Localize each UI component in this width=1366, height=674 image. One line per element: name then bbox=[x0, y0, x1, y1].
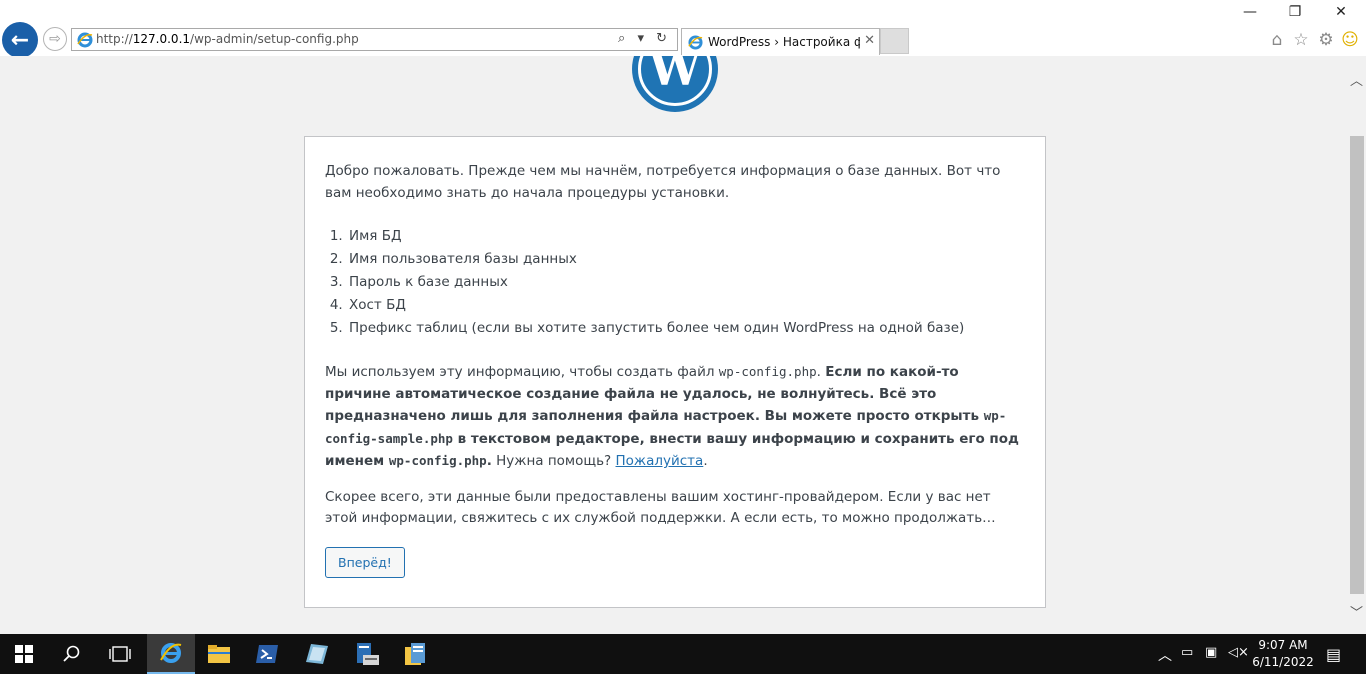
taskbar-app-tablet[interactable] bbox=[293, 634, 341, 674]
new-tab-button[interactable] bbox=[880, 28, 909, 54]
task-view-button[interactable] bbox=[96, 634, 144, 674]
list-item: Имя пользователя базы данных bbox=[347, 248, 1025, 271]
arrow-left-icon: ← bbox=[10, 27, 30, 53]
volume-muted-icon[interactable]: ◁× bbox=[1228, 645, 1249, 660]
tray-chevron-icon[interactable]: ︿ bbox=[1158, 645, 1172, 665]
smiley-feedback-icon[interactable]: ☺ bbox=[1339, 30, 1361, 50]
address-bar[interactable]: http://127.0.0.1/wp-admin/setup-config.p… bbox=[71, 28, 678, 51]
powershell-icon bbox=[256, 645, 278, 663]
wordpress-logo: W bbox=[632, 56, 718, 112]
list-item: Хост БД bbox=[347, 294, 1025, 317]
search-taskbar-button[interactable] bbox=[48, 634, 96, 674]
task-view-icon bbox=[109, 646, 131, 662]
clock-time: 9:07 AM bbox=[1258, 638, 1308, 652]
taskbar-file-explorer[interactable] bbox=[195, 634, 243, 674]
folder-icon bbox=[208, 645, 230, 663]
page-content: W Добро пожаловать. Прежде чем мы начнём… bbox=[0, 56, 1366, 634]
intro-text: Добро пожаловать. Прежде чем мы начнём, … bbox=[325, 163, 1001, 201]
ie-page-icon bbox=[77, 32, 93, 48]
admin-tools-icon bbox=[405, 643, 425, 665]
back-button[interactable]: ← bbox=[2, 22, 38, 58]
requirements-list: Имя БД Имя пользователя базы данных Паро… bbox=[347, 225, 1025, 340]
hosting-text: Скорее всего, эти данные были предоставл… bbox=[325, 488, 996, 527]
scrollbar-thumb[interactable] bbox=[1350, 136, 1364, 594]
scroll-up-icon[interactable]: ︿ bbox=[1350, 70, 1363, 89]
scroll-down-icon[interactable]: ﹀ bbox=[1350, 602, 1363, 621]
tab-wordpress-setup[interactable]: WordPress › Настройка фа... ✕ bbox=[681, 28, 880, 55]
notification-center-icon[interactable]: ▤ bbox=[1326, 645, 1341, 664]
setup-card: Добро пожаловать. Прежде чем мы начнём, … bbox=[304, 136, 1046, 608]
close-window-icon[interactable]: ✕ bbox=[1331, 4, 1351, 20]
info-text: Мы используем эту информацию, чтобы созд… bbox=[325, 364, 1019, 469]
list-item: Префикс таблиц (если вы хотите запустить… bbox=[347, 317, 1025, 340]
clock[interactable]: 9:07 AM 6/11/2022 bbox=[1248, 637, 1318, 671]
list-item: Пароль к базе данных bbox=[347, 271, 1025, 294]
taskbar-admin-tools[interactable] bbox=[391, 634, 439, 674]
address-url: http://127.0.0.1/wp-admin/setup-config.p… bbox=[96, 32, 359, 46]
taskbar-powershell[interactable] bbox=[243, 634, 291, 674]
battery-icon[interactable]: ▭ bbox=[1181, 645, 1193, 660]
close-tab-icon[interactable]: ✕ bbox=[864, 33, 875, 48]
arrow-right-icon: ⇨ bbox=[49, 31, 61, 47]
help-link[interactable]: Пожалуйста bbox=[616, 453, 704, 469]
tab-title: WordPress › Настройка фа... bbox=[708, 35, 860, 49]
ie-tab-icon bbox=[688, 35, 703, 50]
forward-button[interactable]: ⇨ bbox=[43, 27, 67, 51]
start-button[interactable] bbox=[0, 634, 48, 674]
address-tools-icon[interactable]: ⌕ ▾ ↻ bbox=[618, 31, 671, 46]
favorites-star-icon[interactable]: ☆ bbox=[1290, 30, 1312, 50]
ie-icon bbox=[160, 643, 182, 663]
windows-icon bbox=[15, 645, 33, 663]
clock-date: 6/11/2022 bbox=[1252, 655, 1314, 669]
network-icon[interactable]: ▣ bbox=[1205, 645, 1217, 660]
gear-icon[interactable]: ⚙ bbox=[1315, 30, 1337, 50]
tablet-app-icon bbox=[306, 644, 328, 664]
taskbar-server-manager[interactable] bbox=[343, 634, 391, 674]
taskbar: ︿ ▭ ▣ ◁× 9:07 AM 6/11/2022 ▤ bbox=[0, 634, 1366, 674]
home-icon[interactable]: ⌂ bbox=[1266, 30, 1288, 50]
search-icon bbox=[63, 645, 80, 662]
list-item: Имя БД bbox=[347, 225, 1025, 248]
minimize-icon[interactable]: — bbox=[1240, 4, 1260, 20]
lets-go-button[interactable]: Вперёд! bbox=[325, 546, 405, 578]
server-manager-icon bbox=[357, 643, 379, 665]
browser-chrome: ← ⇨ http://127.0.0.1/wp-admin/setup-conf… bbox=[0, 0, 1366, 58]
taskbar-internet-explorer[interactable] bbox=[147, 634, 195, 674]
restore-icon[interactable]: ❐ bbox=[1285, 4, 1305, 20]
